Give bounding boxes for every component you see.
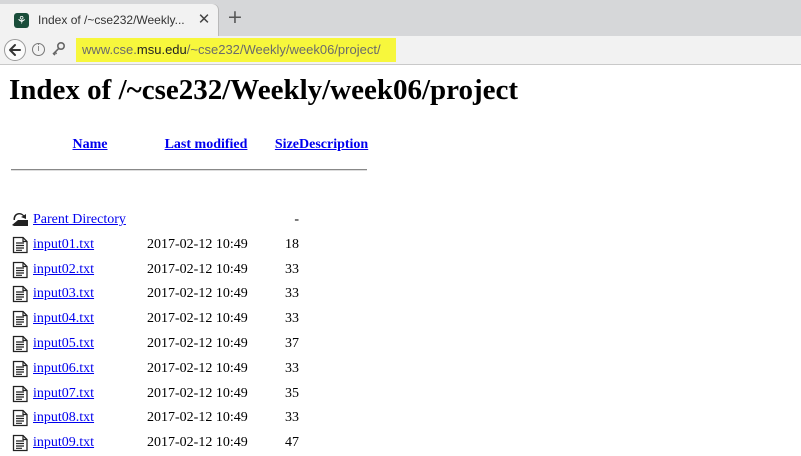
header-row: Name Last modified Size Description [11,132,377,158]
file-rows: input01.txt 2017-02-12 10:49 18 input02.… [11,232,377,455]
file-modified: 2017-02-12 10:49 [147,410,248,426]
header-rule-row [11,158,377,183]
file-description [299,282,377,307]
back-arrow-icon [9,44,21,56]
file-size: 33 [285,410,299,426]
file-link[interactable]: input08.txt [33,410,94,425]
file-description [299,332,377,357]
file-description [299,257,377,282]
file-row: input04.txt 2017-02-12 10:49 33 [11,307,377,332]
sort-by-name-link[interactable]: Name [73,137,108,152]
file-modified: 2017-02-12 10:49 [147,385,248,401]
file-row: input09.txt 2017-02-12 10:49 47 [11,431,377,456]
file-size: 47 [285,435,299,451]
file-row: input07.txt 2017-02-12 10:49 35 [11,381,377,406]
address-bar[interactable]: www.cse.msu.edu/~cse232/Weekly/week06/pr… [82,42,381,57]
page-title: Index of /~cse232/Weekly/week06/project [9,74,519,106]
new-tab-button[interactable]: + [226,6,244,28]
file-link[interactable]: input07.txt [33,386,94,401]
file-description [299,307,377,332]
file-row: input02.txt 2017-02-12 10:49 33 [11,257,377,282]
modified-column-header: Last modified [147,132,265,158]
file-link[interactable]: input02.txt [33,262,94,277]
tab-title: Index of /~cse232/Weekly... [38,13,185,27]
text-file-icon [12,236,28,253]
text-file-icon [12,335,28,353]
file-size: 33 [285,286,299,302]
text-file-icon [12,410,28,427]
text-file-icon [12,360,28,377]
icon-column-header [11,132,33,158]
file-description [299,232,377,257]
key-icon[interactable] [50,41,66,57]
file-description [299,406,377,431]
sort-by-modified-link[interactable]: Last modified [165,137,248,152]
sort-by-description-link[interactable]: Description [299,137,368,152]
tab-bar: ⚘ Index of /~cse232/Weekly... ✕ + [0,0,801,36]
horizontal-rule [11,169,367,172]
text-file-icon [12,286,28,303]
file-modified: 2017-02-12 10:49 [147,360,248,376]
file-row: input01.txt 2017-02-12 10:49 18 [11,232,377,257]
directory-listing: Name Last modified Size Description Pare… [11,132,377,456]
browser-tab[interactable]: ⚘ Index of /~cse232/Weekly... ✕ [0,4,218,36]
file-modified: 2017-02-12 10:49 [147,311,248,327]
file-size: 37 [285,335,299,351]
file-size: 33 [285,311,299,327]
sort-by-size-link[interactable]: Size [275,137,299,152]
parent-directory-icon [12,213,28,226]
file-row: input08.txt 2017-02-12 10:49 33 [11,406,377,431]
file-row: input05.txt 2017-02-12 10:49 37 [11,332,377,357]
file-size: 33 [285,261,299,277]
file-row: input03.txt 2017-02-12 10:49 33 [11,282,377,307]
parent-size: - [294,211,299,227]
file-modified: 2017-02-12 10:49 [147,286,248,302]
size-column-header: Size [265,132,299,158]
file-row: input06.txt 2017-02-12 10:49 33 [11,356,377,381]
text-file-icon [12,311,28,328]
msu-spartan-favicon-icon: ⚘ [14,13,29,28]
text-file-icon [12,261,28,278]
file-size: 18 [285,236,299,252]
parent-directory-row: Parent Directory - [11,208,377,233]
close-tab-icon[interactable]: ✕ [196,10,212,28]
text-file-icon [12,385,28,402]
url-path: /~cse232/Weekly/week06/project/ [186,42,381,57]
parent-directory-link[interactable]: Parent Directory [33,212,126,227]
file-description [299,381,377,406]
directory-table: Name Last modified Size Description Pare… [11,132,377,456]
file-link[interactable]: input06.txt [33,361,94,376]
file-link[interactable]: input05.txt [33,336,94,351]
file-size: 33 [285,360,299,376]
file-modified: 2017-02-12 10:49 [147,261,248,277]
file-description [299,431,377,456]
file-link[interactable]: input09.txt [33,435,94,450]
back-button[interactable] [4,39,26,61]
name-column-header: Name [33,132,147,158]
file-modified: 2017-02-12 10:49 [147,435,248,451]
text-file-icon [12,435,28,452]
file-link[interactable]: input03.txt [33,286,94,301]
file-modified: 2017-02-12 10:49 [147,236,248,252]
file-link[interactable]: input01.txt [33,237,94,252]
file-modified: 2017-02-12 10:49 [147,335,248,351]
file-link[interactable]: input04.txt [33,311,94,326]
address-toolbar: i www.cse.msu.edu/~cse232/Weekly/week06/… [0,36,801,65]
description-column-header: Description [299,132,377,158]
url-prefix: www.cse. [82,42,137,57]
info-icon[interactable]: i [32,43,45,56]
file-size: 35 [285,385,299,401]
url-host: msu.edu [136,42,187,57]
file-description [299,356,377,381]
